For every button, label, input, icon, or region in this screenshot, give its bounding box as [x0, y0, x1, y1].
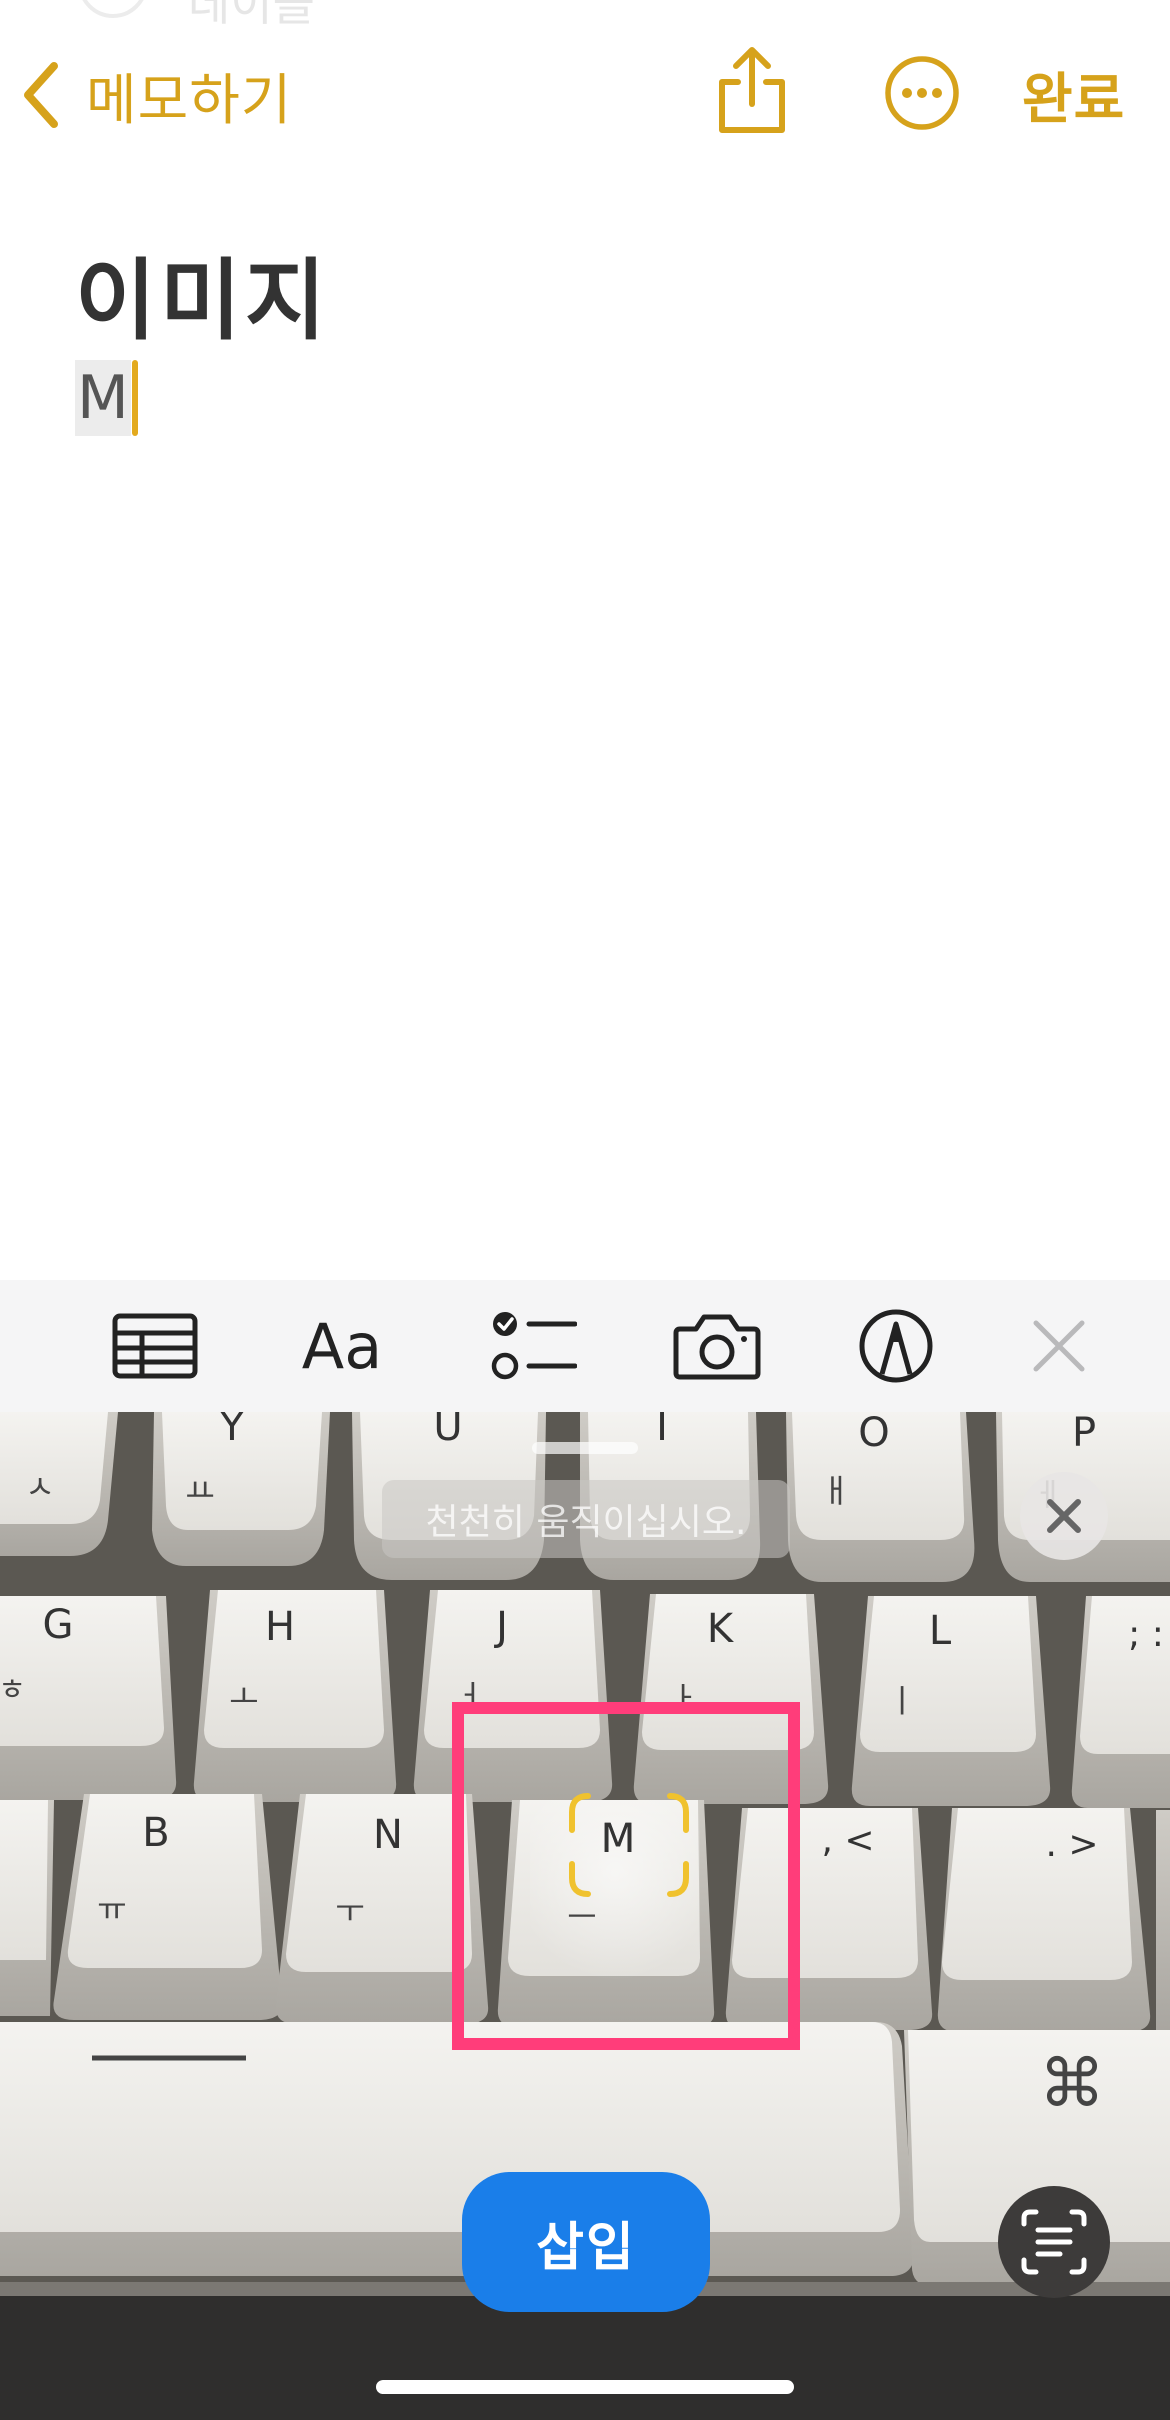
key-hangul-g: ㅎ — [0, 1673, 26, 1708]
more-button[interactable] — [884, 55, 960, 131]
key-hangul-b: ㅠ — [97, 1890, 126, 1928]
ellipsis-circle-icon — [885, 56, 959, 130]
camera-icon — [673, 1314, 761, 1380]
scan-hint-banner: 천천히 움직이십시오. — [382, 1480, 790, 1558]
key-legend-j: J — [493, 1604, 508, 1650]
markup-pen-icon — [859, 1309, 933, 1383]
key-row-bottom: B N M , < . > ㅠ ㅜ ㅡ — [0, 1794, 1170, 2032]
key-legend-y: Y — [219, 1412, 245, 1450]
text-format-icon: Aa — [301, 1309, 383, 1383]
share-button[interactable] — [712, 46, 792, 136]
text-cursor — [131, 360, 138, 436]
close-toolbar-button[interactable] — [1024, 1296, 1094, 1396]
key-legend-h: H — [265, 1604, 295, 1650]
key-hangul-m: ㅡ — [567, 1898, 596, 1936]
close-icon — [1033, 1320, 1085, 1372]
key-hangul-y: ㅛ — [185, 1472, 214, 1510]
text-scan-button[interactable] — [998, 2186, 1110, 2298]
done-button[interactable]: 완료 — [1022, 54, 1125, 134]
markup-button[interactable] — [856, 1296, 936, 1396]
key-hangul-o: ㅐ — [821, 1472, 850, 1510]
ghost-nav-title: 데이블 — [188, 0, 315, 31]
formatting-toolbar: Aa — [0, 1280, 1170, 1412]
key-legend-semicolon: ; : — [1128, 1614, 1164, 1655]
table-button[interactable] — [108, 1296, 202, 1396]
key-legend-k: K — [707, 1606, 735, 1652]
note-body-text: M — [75, 360, 131, 436]
close-icon — [1047, 1499, 1081, 1533]
key-legend-period: . > — [1045, 1824, 1098, 1865]
key-hangul-t: ㅅ — [25, 1468, 54, 1506]
checklist-button[interactable] — [484, 1296, 584, 1396]
key-legend-u: U — [433, 1412, 462, 1450]
chevron-left-icon — [24, 62, 58, 128]
note-body[interactable]: M — [75, 360, 138, 436]
share-icon — [719, 47, 785, 133]
scan-hint-text: 천천히 움직이십시오. — [425, 1502, 747, 1543]
key-legend-i: I — [656, 1412, 668, 1450]
table-icon — [112, 1313, 198, 1379]
text-scan-icon — [1021, 2209, 1087, 2275]
camera-button[interactable] — [670, 1296, 764, 1396]
home-indicator[interactable] — [376, 2380, 794, 2394]
key-hangul-n: ㅜ — [335, 1892, 364, 1930]
back-button[interactable]: 메모하기 — [20, 50, 292, 140]
sheet-grabber[interactable] — [532, 1442, 638, 1454]
back-button-label: 메모하기 — [86, 68, 293, 132]
key-legend-b: B — [142, 1810, 169, 1856]
key-hangul-h: ㅗ — [229, 1678, 258, 1716]
key-legend-comma: , < — [821, 1820, 874, 1861]
text-format-button[interactable]: Aa — [292, 1296, 392, 1396]
insert-button[interactable]: 삽입 — [462, 2172, 710, 2312]
key-legend-l: L — [929, 1608, 952, 1654]
ghost-nav-circle — [78, 0, 148, 18]
checklist-icon — [491, 1312, 577, 1380]
close-camera-button[interactable] — [1020, 1472, 1108, 1560]
key-legend-n: N — [373, 1812, 403, 1858]
key-legend-p: P — [1072, 1412, 1096, 1456]
key-hangul-l: ㅣ — [887, 1682, 916, 1720]
key-legend-cmd: ⌘ — [1039, 2045, 1105, 2122]
key-legend-g: G — [43, 1602, 74, 1648]
note-title[interactable]: 이미지 — [75, 230, 330, 357]
scan-focus-key-label: M — [601, 1816, 636, 1862]
key-legend-o: O — [858, 1412, 889, 1456]
